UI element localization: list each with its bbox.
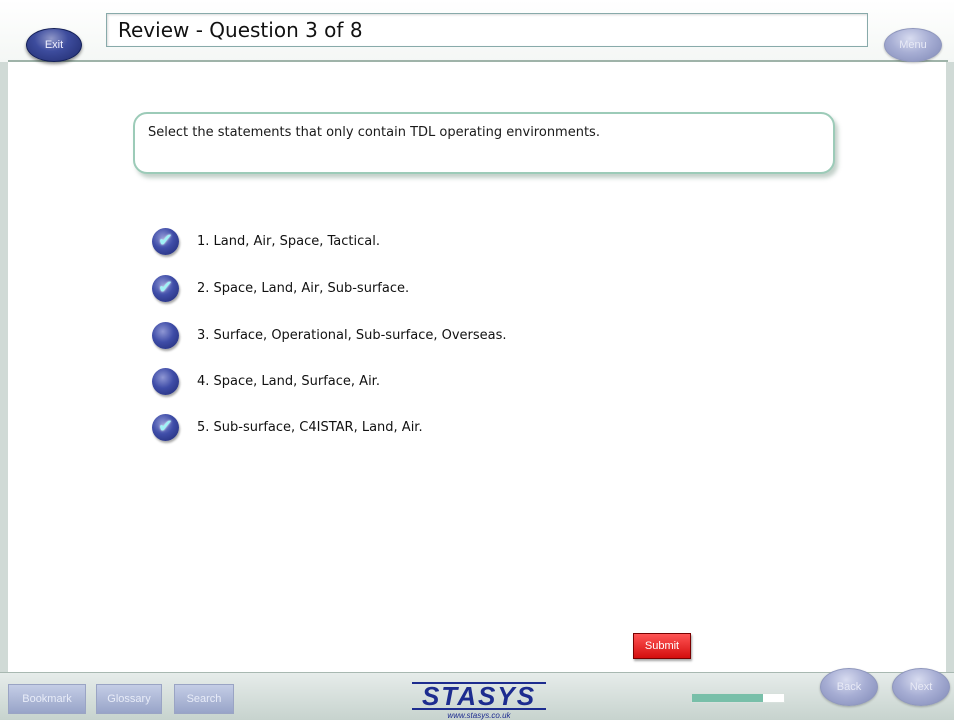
option-1-label: 1. Land, Air, Space, Tactical. xyxy=(197,233,380,249)
answer-option-4[interactable]: 4. Space, Land, Surface, Air. xyxy=(152,366,380,396)
progress-bar xyxy=(691,693,785,703)
answer-option-2[interactable]: ✔ 2. Space, Land, Air, Sub-surface. xyxy=(152,273,409,303)
left-border xyxy=(0,0,8,720)
next-button[interactable]: Next xyxy=(892,668,950,706)
logo-wordmark: STASYS xyxy=(411,682,547,710)
answer-option-5[interactable]: ✔ 5. Sub-surface, C4ISTAR, Land, Air. xyxy=(152,412,423,442)
progress-fill xyxy=(692,694,763,702)
submit-button[interactable]: Submit xyxy=(633,633,691,659)
bookmark-button[interactable]: Bookmark xyxy=(8,684,86,714)
exit-button[interactable]: Exit xyxy=(26,28,82,62)
glossary-button[interactable]: Glossary xyxy=(96,684,162,714)
option-5-label: 5. Sub-surface, C4ISTAR, Land, Air. xyxy=(197,419,423,435)
checkmark-icon: ✔ xyxy=(157,416,174,437)
option-4-label: 4. Space, Land, Surface, Air. xyxy=(197,373,380,389)
option-3-label: 3. Surface, Operational, Sub-surface, Ov… xyxy=(197,327,507,343)
option-3-radio[interactable] xyxy=(152,321,179,349)
answer-option-1[interactable]: ✔ 1. Land, Air, Space, Tactical. xyxy=(152,226,380,256)
checkmark-icon: ✔ xyxy=(157,277,174,298)
search-button[interactable]: Search xyxy=(174,684,234,714)
answer-option-3[interactable]: 3. Surface, Operational, Sub-surface, Ov… xyxy=(152,320,507,350)
option-2-label: 2. Space, Land, Air, Sub-surface. xyxy=(197,280,410,296)
right-border xyxy=(946,0,954,720)
option-1-radio[interactable]: ✔ xyxy=(152,227,179,255)
checkmark-icon: ✔ xyxy=(157,230,174,251)
back-button[interactable]: Back xyxy=(820,668,878,706)
option-2-radio[interactable]: ✔ xyxy=(152,274,179,302)
stasys-logo: STASYS www.stasys.co.uk xyxy=(398,682,560,720)
question-prompt-box: Select the statements that only contain … xyxy=(133,112,835,174)
option-4-radio[interactable] xyxy=(152,367,179,395)
app-window: Exit Review - Question 3 of 8 Menu Selec… xyxy=(0,0,954,720)
menu-button[interactable]: Menu xyxy=(884,28,942,62)
top-divider xyxy=(8,60,948,62)
logo-url: www.stasys.co.uk xyxy=(447,711,511,720)
option-5-radio[interactable]: ✔ xyxy=(152,413,179,441)
page-title: Review - Question 3 of 8 xyxy=(106,13,868,47)
question-prompt: Select the statements that only contain … xyxy=(148,125,600,140)
